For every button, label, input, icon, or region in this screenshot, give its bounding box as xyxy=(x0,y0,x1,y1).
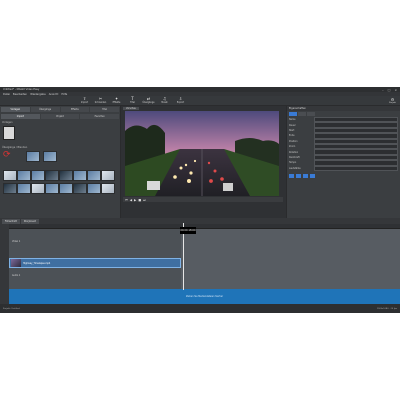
clip-label: Highway_Timelapse.mp4 xyxy=(23,261,51,265)
toolbar-button-4[interactable]: ⇄ Übergänge xyxy=(142,96,155,106)
maximize-icon[interactable]: □ xyxy=(388,88,391,92)
main-toolbar: ⇪ Import ✂ Schneiden ✦ Effekte T Titel ⇄ Übergäng… xyxy=(0,96,400,106)
tab-storyboard[interactable]: Storyboard xyxy=(20,218,39,224)
tab-uebergaenge[interactable]: Übergänge xyxy=(30,107,60,112)
subtab-import[interactable]: Import xyxy=(1,114,40,119)
transport-button-1[interactable]: ◀ xyxy=(130,198,132,202)
preview-panel: Vorschau ⏮ ◀ ▶ ■ ⏭ xyxy=(121,106,286,218)
effect-thumb[interactable] xyxy=(59,183,73,194)
toolbar-button-3[interactable]: T Titel xyxy=(126,96,139,106)
track-label-video: Video 1 xyxy=(12,240,21,243)
window-title: Untitled* - MAGIX Video Easy xyxy=(3,88,40,91)
effect-thumb[interactable] xyxy=(31,170,45,181)
track-label-audio: Audio 1 xyxy=(12,274,21,277)
clip-thumb xyxy=(11,259,21,267)
effect-thumb[interactable] xyxy=(87,183,101,194)
toolbar-label: Musik xyxy=(161,101,168,104)
close-icon[interactable]: × xyxy=(394,88,397,92)
timeline-panel: Filmschnitt Storyboard Video 1 Highway_T… xyxy=(0,218,400,304)
empty-track-area[interactable] xyxy=(181,229,400,289)
effect-thumb[interactable] xyxy=(17,183,31,194)
transition-thumb[interactable] xyxy=(26,151,40,162)
effect-thumb[interactable] xyxy=(31,183,45,194)
effect-thumb[interactable] xyxy=(87,170,101,181)
property-label: Dauer xyxy=(289,123,296,127)
toolbar-label: Übergänge xyxy=(142,101,155,104)
tab-filmschnitt[interactable]: Filmschnitt xyxy=(2,218,20,224)
property-label: Start xyxy=(289,128,295,132)
property-label: Zoom xyxy=(289,145,296,149)
project-label: Projekt xyxy=(389,102,396,104)
toolbar-button-1[interactable]: ✂ Schneiden xyxy=(94,96,107,106)
effect-thumb[interactable] xyxy=(59,170,73,181)
highway-video-frame xyxy=(125,111,279,196)
transition-thumb[interactable] xyxy=(43,151,57,162)
transport-button-3[interactable]: ■ xyxy=(138,198,141,202)
media-tabs: Vorlagen Übergänge Effekte Titel xyxy=(0,106,120,113)
tab-effekte[interactable]: Effekte xyxy=(60,107,90,112)
prop-button[interactable] xyxy=(296,173,301,178)
effect-thumb[interactable] xyxy=(45,183,59,194)
property-label: Deckkraft xyxy=(289,155,300,159)
effect-thumb[interactable] xyxy=(45,170,59,181)
media-pool-panel: Vorlagen Übergänge Effekte Titel Import … xyxy=(0,106,121,218)
property-label: Rotation xyxy=(289,150,299,154)
toolbar-label: Export xyxy=(176,101,185,104)
status-left: Projekt: Untitled xyxy=(3,307,20,310)
track-headers xyxy=(0,224,9,304)
toolbar-button-0[interactable]: ⇪ Import xyxy=(78,96,91,106)
toolbar-label: Titel xyxy=(130,101,135,104)
prop-tab[interactable] xyxy=(298,112,306,116)
prop-button[interactable] xyxy=(310,173,315,178)
tab-titel[interactable]: Titel xyxy=(90,107,119,112)
prop-button[interactable] xyxy=(303,173,308,178)
effect-thumb[interactable] xyxy=(3,183,17,194)
toolbar-label: Import xyxy=(80,101,89,104)
status-bar: Projekt: Untitled 1920x1080 · 25 fps xyxy=(0,304,400,313)
preview-tab[interactable]: Vorschau xyxy=(123,107,140,110)
prop-tab[interactable] xyxy=(289,112,297,116)
effect-thumb[interactable] xyxy=(3,170,17,181)
transition-thumb[interactable]: ⟳ xyxy=(3,151,23,161)
property-label: Position xyxy=(289,139,298,143)
transport-controls: ⏮ ◀ ▶ ■ ⏭ xyxy=(123,197,283,202)
minimize-icon[interactable]: – xyxy=(382,88,384,92)
property-label: Ende xyxy=(289,134,295,138)
effect-thumb[interactable] xyxy=(101,170,115,181)
property-label: Name xyxy=(289,118,296,122)
tab-vorlagen[interactable]: Vorlagen xyxy=(1,107,30,112)
property-field[interactable] xyxy=(314,165,398,171)
media-subtabs: Import Projekt Favoriten xyxy=(0,113,120,120)
prop-button[interactable] xyxy=(289,173,294,178)
transport-button-0[interactable]: ⏮ xyxy=(125,198,128,202)
properties-panel: Eigenschaften Name Dauer Start Ende Position… xyxy=(286,106,400,218)
effect-thumb[interactable] xyxy=(73,183,87,194)
subtab-favoriten[interactable]: Favoriten xyxy=(80,114,120,119)
effect-thumb[interactable] xyxy=(73,170,87,181)
status-right: 1920x1080 · 25 fps xyxy=(376,307,397,310)
transport-button-4[interactable]: ⏭ xyxy=(143,198,146,202)
property-label: Tempo xyxy=(289,161,297,165)
video-clip[interactable]: Highway_Timelapse.mp4 xyxy=(9,258,181,268)
prop-tab[interactable] xyxy=(307,112,315,116)
video-preview xyxy=(125,111,279,196)
toolbar-button-5[interactable]: ♫ Musik xyxy=(158,96,171,106)
toolbar-button-2[interactable]: ✦ Effekte xyxy=(110,96,123,106)
drop-hint: Ziehen Sie Mediendateien hierher xyxy=(185,295,224,298)
toolbar-button-6[interactable]: ⇩ Export xyxy=(174,96,187,106)
drop-zone[interactable]: Ziehen Sie Mediendateien hierher xyxy=(9,289,400,304)
playhead-time: 00:00:18:00 xyxy=(180,227,196,234)
property-label: Lautstärke xyxy=(289,166,301,170)
toolbar-label: Schneiden xyxy=(94,101,107,104)
effect-thumb[interactable] xyxy=(101,183,115,194)
effect-thumb[interactable] xyxy=(17,170,31,181)
subtab-projekt[interactable]: Projekt xyxy=(40,114,80,119)
transport-button-2[interactable]: ▶ xyxy=(134,198,136,202)
template-thumb[interactable] xyxy=(3,126,15,140)
toolbar-label: Effekte xyxy=(112,101,121,104)
